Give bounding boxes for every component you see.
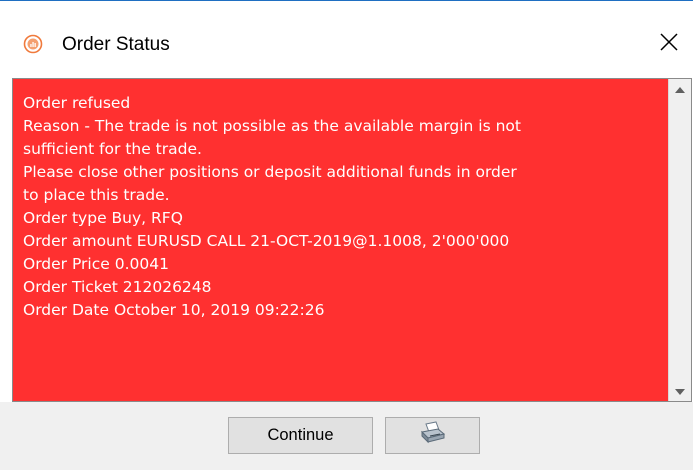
message-line: Order Ticket 212026248: [23, 278, 212, 296]
message-line: Order amount EURUSD CALL 21-OCT-2019@1.1…: [23, 232, 510, 250]
scroll-up-arrow-icon: [675, 80, 685, 98]
message-line: Reason - The trade is not possible as th…: [23, 117, 521, 135]
message-line: to place this trade.: [23, 186, 170, 204]
print-button[interactable]: [385, 417, 480, 454]
message-box: Order refused Reason - The trade is not …: [12, 78, 692, 402]
message-line: Order refused: [23, 94, 131, 112]
title-bar: Order Status: [0, 1, 693, 75]
app-logo-icon: [23, 34, 43, 54]
scroll-down-arrow-icon: [675, 382, 685, 400]
scroll-down-button[interactable]: [669, 381, 691, 401]
message-line: sufficient for the trade.: [23, 140, 202, 158]
button-bar: Continue: [0, 402, 693, 470]
message-line: Order Date October 10, 2019 09:22:26: [23, 301, 325, 319]
message-line: Order Price 0.0041: [23, 255, 169, 273]
close-button[interactable]: [651, 28, 687, 60]
message-line: Please close other positions or deposit …: [23, 163, 517, 181]
close-icon: [659, 32, 679, 57]
message-text: Order refused Reason - The trade is not …: [13, 79, 668, 401]
continue-button[interactable]: Continue: [228, 417, 373, 454]
message-line: Order type Buy, RFQ: [23, 209, 183, 227]
scroll-up-button[interactable]: [669, 79, 691, 99]
printer-icon: [419, 421, 447, 450]
order-status-dialog: Order Status Order refused Reason - The …: [0, 0, 693, 470]
dialog-title: Order Status: [62, 34, 170, 55]
vertical-scrollbar[interactable]: [668, 79, 691, 401]
